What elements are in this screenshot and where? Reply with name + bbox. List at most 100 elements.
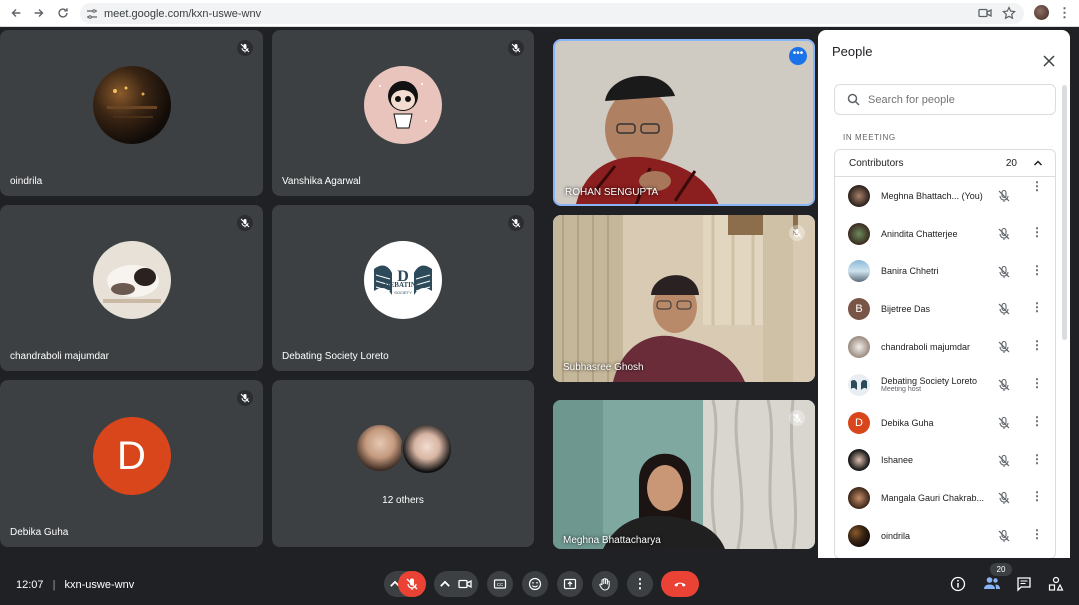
camera-in-use-icon[interactable]	[978, 6, 992, 25]
list-item[interactable]: Banira Chhetri ⋮	[835, 253, 1055, 291]
back-icon[interactable]	[4, 1, 28, 25]
browser-menu-icon[interactable]: ⋮	[1058, 5, 1071, 21]
participant-video-tile[interactable]: Subhasree Ghosh	[553, 215, 815, 382]
camera-toggle-button[interactable]	[452, 571, 478, 597]
person-avatar	[848, 184, 870, 207]
list-item[interactable]: Mangala Gauri Chakrab... ⋮	[835, 479, 1055, 517]
contributors-group: Contributors 20 Meghna Bhattach... (You)…	[834, 149, 1056, 558]
more-options-icon[interactable]: ⋮	[1031, 301, 1043, 313]
meeting-controls-bar: 12:07 | kxn-uswe-wnv CC ⋮ 20	[0, 563, 1079, 605]
list-item[interactable]: Ishanee ⋮	[835, 442, 1055, 480]
participant-initial-avatar: D	[92, 416, 171, 495]
muted-mic-icon	[998, 378, 1010, 391]
close-icon[interactable]	[1042, 54, 1056, 68]
muted-mic-icon	[508, 215, 524, 231]
more-options-icon[interactable]: •••	[789, 47, 807, 65]
person-name: Mangala Gauri Chakrab...	[881, 493, 985, 504]
participant-name: Debika Guha	[10, 527, 69, 538]
participant-video	[553, 215, 815, 382]
participant-name: chandraboli majumdar	[10, 351, 109, 362]
more-options-icon[interactable]: ⋮	[1031, 264, 1043, 276]
list-item[interactable]: D Debika Guha ⋮	[835, 404, 1055, 442]
list-item[interactable]: Meghna Bhattach... (You) ⋮	[835, 177, 1055, 215]
search-people-input[interactable]	[868, 93, 1038, 106]
participant-tile[interactable]: Vanshika Agarwal	[272, 30, 534, 196]
chevron-up-icon[interactable]	[1033, 158, 1043, 168]
more-options-icon[interactable]: ⋮	[1031, 226, 1043, 238]
contributors-header[interactable]: Contributors 20	[835, 150, 1055, 177]
captions-button[interactable]: CC	[487, 571, 513, 597]
person-name: Anindita Chatterjee	[881, 228, 958, 239]
muted-mic-icon	[998, 303, 1010, 316]
list-item[interactable]: chandraboli majumdar ⋮	[835, 328, 1055, 366]
person-name: Meghna Bhattach...	[881, 190, 960, 201]
people-panel: People IN MEETING Contributors 20 Meghna…	[818, 30, 1070, 558]
participant-name: oindrila	[10, 176, 43, 187]
search-people-box[interactable]	[834, 84, 1056, 115]
more-options-icon[interactable]: ⋮	[1031, 453, 1043, 465]
microphone-toggle-button[interactable]	[398, 571, 426, 597]
participant-video-tile[interactable]: ••• ROHAN SENGUPTA	[553, 39, 815, 206]
list-item[interactable]: B Bijetree Das ⋮	[835, 290, 1055, 328]
person-name: Banira Chhetri	[881, 266, 939, 277]
muted-mic-icon	[998, 416, 1010, 429]
muted-mic-icon	[508, 40, 524, 56]
more-options-icon[interactable]: ⋮	[1031, 339, 1043, 351]
bookmark-star-icon[interactable]	[1002, 6, 1016, 25]
participant-tile[interactable]: chandraboli majumdar	[0, 205, 263, 371]
browser-toolbar: meet.google.com/kxn-uswe-wnv ⋮	[0, 0, 1079, 27]
url-text[interactable]: meet.google.com/kxn-uswe-wnv	[104, 8, 261, 20]
muted-mic-icon	[998, 454, 1010, 467]
profile-avatar[interactable]	[1034, 5, 1049, 20]
more-options-icon[interactable]: ⋮	[1031, 528, 1043, 540]
more-options-icon[interactable]: ⋮	[1031, 415, 1043, 427]
participant-name: Meghna Bhattacharya	[563, 535, 661, 546]
raise-hand-icon	[599, 578, 610, 591]
present-screen-icon	[563, 578, 577, 590]
forward-icon[interactable]	[27, 1, 51, 25]
chat-icon[interactable]	[1016, 576, 1032, 592]
muted-mic-icon	[998, 341, 1010, 354]
participant-tile[interactable]: oindrila	[0, 30, 263, 196]
activities-icon[interactable]	[1048, 576, 1064, 592]
person-avatar	[848, 487, 870, 510]
muted-mic-icon	[998, 265, 1010, 278]
others-tile[interactable]: 12 others	[272, 380, 534, 547]
participant-tile[interactable]: D DEBATING SOCIETY Debating Society Lore…	[272, 205, 534, 371]
participant-name: ROHAN SENGUPTA	[565, 187, 659, 198]
other-participant-avatar	[401, 423, 453, 475]
muted-mic-icon	[789, 410, 805, 426]
participant-video-tile[interactable]: Meghna Bhattacharya	[553, 400, 815, 549]
svg-text:CC: CC	[497, 582, 504, 587]
person-avatar	[848, 373, 870, 396]
meeting-details-icon[interactable]	[950, 576, 966, 592]
present-screen-button[interactable]	[557, 571, 583, 597]
person-name: Debating Society Loreto	[881, 376, 978, 387]
list-item[interactable]: oindrila ⋮	[835, 517, 1055, 555]
more-options-icon[interactable]: ⋮	[1031, 180, 1043, 192]
more-options-icon[interactable]: ⋮	[1031, 490, 1043, 502]
chevron-up-icon[interactable]	[438, 577, 452, 591]
other-participant-avatar	[355, 423, 405, 473]
person-avatar	[848, 336, 870, 359]
panel-scrollbar[interactable]	[1062, 85, 1067, 340]
person-name: Debika Guha	[881, 417, 934, 428]
leave-call-button[interactable]	[661, 571, 699, 597]
logo-text-line2: SOCIETY	[394, 290, 412, 295]
contributors-label: Contributors	[849, 157, 904, 169]
list-item[interactable]: Debating Society Loreto Meeting host ⋮	[835, 366, 1055, 404]
reactions-button[interactable]	[522, 571, 548, 597]
participant-tile[interactable]: D Debika Guha	[0, 380, 263, 547]
search-icon	[847, 93, 860, 106]
more-options-button[interactable]: ⋮	[627, 571, 653, 597]
site-info-icon[interactable]	[80, 8, 104, 20]
person-name: Ishanee	[881, 455, 914, 466]
in-meeting-label: IN MEETING	[843, 133, 896, 142]
address-bar[interactable]: meet.google.com/kxn-uswe-wnv	[80, 3, 1024, 24]
reload-icon[interactable]	[51, 1, 75, 25]
people-icon[interactable]	[983, 575, 1001, 591]
raise-hand-button[interactable]	[592, 571, 618, 597]
more-vert-icon: ⋮	[633, 576, 647, 591]
more-options-icon[interactable]: ⋮	[1031, 377, 1043, 389]
list-item[interactable]: Anindita Chatterjee ⋮	[835, 215, 1055, 253]
